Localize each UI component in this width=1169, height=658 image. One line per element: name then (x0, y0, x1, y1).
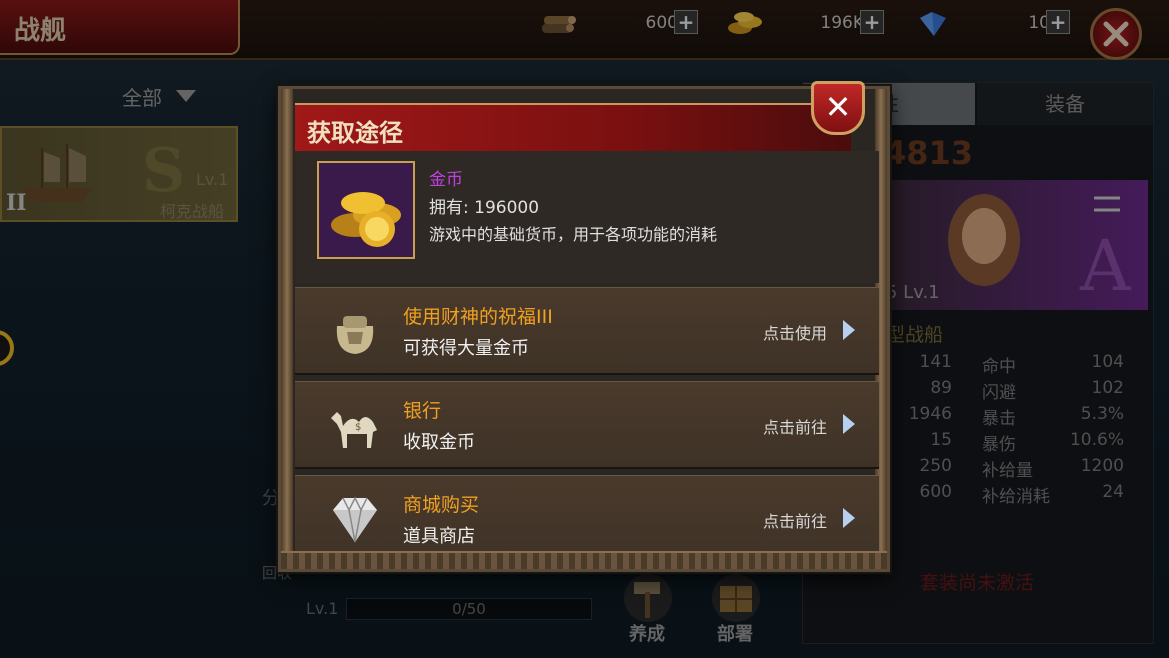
dialog-close-button[interactable]: ✕ (811, 81, 865, 135)
camel-icon: $ (331, 412, 377, 448)
item-owned: 拥有: 196000 (429, 198, 540, 218)
item-info: 金币 拥有: 196000 游戏中的基础货币，用于各项功能的消耗 (295, 151, 879, 283)
source-row-bank[interactable]: $ 银行 收取金币 点击前往 (295, 381, 879, 469)
gold-coins-icon (331, 192, 401, 247)
source-title: 银行 (403, 400, 442, 422)
source-subtitle: 收取金币 (403, 432, 475, 453)
diamond-gem-icon (333, 496, 377, 543)
source-row-shop[interactable]: 商城购买 道具商店 点击前往 (295, 475, 879, 563)
dialog-title: 获取途径 (307, 119, 403, 147)
close-icon: ✕ (824, 88, 852, 126)
chevron-right-icon[interactable] (843, 414, 855, 434)
svg-text:$: $ (355, 422, 361, 433)
item-name: 金币 (429, 170, 463, 190)
item-description: 游戏中的基础货币，用于各项功能的消耗 (429, 225, 718, 244)
go-action-label[interactable]: 点击前往 (763, 508, 827, 532)
go-action-label[interactable]: 点击前往 (763, 414, 827, 438)
frame-bottom-rail (281, 551, 887, 569)
obtain-source-dialog: 获取途径 ✕ 金币 拥有: 196000 游戏中的基础货币，用于各项功能的消耗 … (278, 81, 890, 572)
frame-pillar-left (281, 89, 293, 569)
source-subtitle: 道具商店 (403, 526, 475, 547)
source-title: 商城购买 (403, 494, 480, 516)
source-subtitle: 可获得大量金币 (403, 338, 529, 359)
dialog-header: 获取途径 (295, 103, 851, 151)
use-action-label[interactable]: 点击使用 (763, 320, 827, 344)
chevron-right-icon[interactable] (843, 320, 855, 340)
source-title: 使用财神的祝福III (403, 306, 553, 328)
source-row-blessing[interactable]: 使用财神的祝福III 可获得大量金币 点击使用 (295, 287, 879, 375)
chevron-right-icon[interactable] (843, 508, 855, 528)
money-bag-icon (336, 316, 374, 354)
item-icon-frame (317, 161, 415, 259)
